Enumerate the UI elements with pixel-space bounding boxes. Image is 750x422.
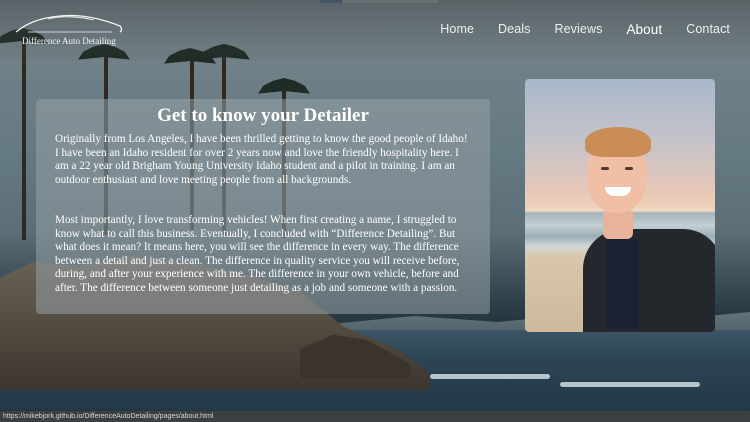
main-nav: Home Deals Reviews About Contact xyxy=(416,22,730,37)
nav-home[interactable]: Home xyxy=(440,22,474,37)
about-panel: Get to know your Detailer Originally fro… xyxy=(36,99,490,314)
about-title: Get to know your Detailer xyxy=(157,105,369,126)
detailer-portrait-photo xyxy=(525,79,715,332)
navbar: Difference Auto Detailing Home Deals Rev… xyxy=(0,0,750,60)
about-paragraph-mission: Most importantly, I love transforming ve… xyxy=(55,214,460,294)
brand-name: Difference Auto Detailing xyxy=(22,36,116,46)
browser-status-bar: https://mikebjork.github.io/DifferenceAu… xyxy=(0,411,750,422)
wave-foam xyxy=(560,382,700,387)
nav-contact[interactable]: Contact xyxy=(686,22,730,37)
portrait-hair xyxy=(585,127,651,157)
wave-foam xyxy=(430,374,550,379)
portrait-eye xyxy=(625,167,633,170)
nav-reviews[interactable]: Reviews xyxy=(555,22,603,37)
brand-logo-link[interactable]: Difference Auto Detailing xyxy=(8,10,128,50)
portrait-shirt xyxy=(605,239,639,329)
nav-about[interactable]: About xyxy=(626,22,662,37)
portrait-eye xyxy=(601,167,609,170)
status-url: https://mikebjork.github.io/DifferenceAu… xyxy=(3,413,214,420)
portrait-neck xyxy=(603,209,633,239)
nav-deals[interactable]: Deals xyxy=(498,22,530,37)
palm-trunk xyxy=(22,40,26,240)
portrait-jacket xyxy=(583,229,715,332)
about-paragraph-intro: Originally from Los Angeles, I have been… xyxy=(55,133,468,186)
car-outline-icon xyxy=(15,14,123,33)
